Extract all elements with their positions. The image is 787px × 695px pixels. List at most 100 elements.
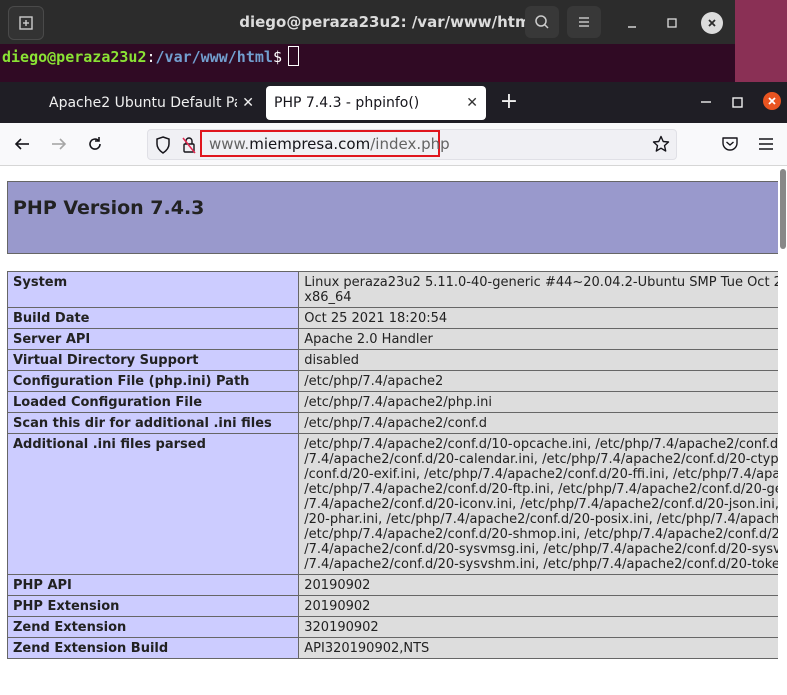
table-row: Zend Extension 320190902: [6, 616, 778, 638]
browser-close-button[interactable]: [763, 92, 781, 110]
value-line: /7.4/apache2/conf.d/20-iconv.ini, /etc/p…: [304, 497, 778, 512]
table-row: System Linux peraza23u2 5.11.0-40-generic…: [6, 271, 778, 308]
value-line: /etc/php/7.4/apache2/conf.d/20-ftp.ini, …: [304, 482, 778, 497]
reload-icon: [89, 137, 101, 150]
row-key: PHP Extension: [6, 595, 300, 617]
terminal-headerbar: diego@peraza23u2: /var/www/html: [0, 0, 735, 44]
value-line: 20190902: [304, 578, 371, 593]
row-key: System: [6, 271, 300, 308]
bookmark-star-icon[interactable]: [652, 135, 670, 157]
value-line: /conf.d/20-exif.ini, /etc/php/7.4/apache…: [304, 467, 778, 482]
row-value: API320190902,NTS: [298, 637, 778, 659]
table-row: Build Date Oct 25 2021 18:20:54: [6, 307, 778, 329]
terminal-menu-button[interactable]: [567, 6, 601, 38]
row-key: Loaded Configuration File: [6, 391, 300, 413]
phpinfo-header: PHP Version 7.4.3: [7, 181, 778, 254]
terminal-minimize-button[interactable]: [621, 12, 643, 34]
table-row: Virtual Directory Support disabled: [6, 349, 778, 371]
forward-button[interactable]: [48, 133, 70, 155]
pocket-icon[interactable]: [721, 135, 739, 157]
app-menu-icon[interactable]: [757, 135, 775, 157]
value-line: /etc/php/7.4/apache2: [304, 374, 444, 389]
row-value: 20190902: [298, 595, 778, 617]
insecure-lock-icon[interactable]: [182, 136, 196, 158]
row-key: Zend Extension: [6, 616, 300, 638]
row-key: Scan this dir for additional .ini files: [6, 412, 300, 434]
row-key: Virtual Directory Support: [6, 349, 300, 371]
value-line: /7.4/apache2/conf.d/20-sysvmsg.ini, /etc…: [304, 542, 778, 557]
browser-maximize-button[interactable]: [731, 95, 745, 109]
minimize-icon: [701, 101, 711, 103]
hamburger-menu-icon: [579, 17, 589, 27]
value-line: Apache 2.0 Handler: [304, 332, 433, 347]
row-value: Apache 2.0 Handler: [298, 328, 778, 350]
table-row: PHP Extension 20190902: [6, 595, 778, 617]
row-value: 20190902: [298, 574, 778, 596]
row-key: Additional .ini files parsed: [6, 433, 300, 575]
tab-bar: Apache2 Ubuntu Default Page ✕ PHP 7.4.3 …: [0, 82, 787, 123]
page-content: PHP Version 7.4.3 System Linux peraza23u2…: [0, 166, 778, 695]
tab-phpinfo[interactable]: PHP 7.4.3 - phpinfo() ✕: [266, 86, 486, 120]
browser-minimize-button[interactable]: [698, 90, 714, 114]
terminal-close-button[interactable]: [701, 12, 723, 34]
row-value: disabled: [298, 349, 778, 371]
back-button[interactable]: [11, 133, 33, 155]
table-row: Zend Extension Build API320190902,NTS: [6, 637, 778, 659]
maximize-icon: [667, 18, 677, 28]
row-value: /etc/php/7.4/apache2/conf.d/10-opcache.i…: [298, 433, 778, 575]
value-line: /7.4/apache2/conf.d/20-calendar.ini, /et…: [304, 452, 778, 467]
close-icon: [708, 19, 716, 27]
navigation-toolbar: www.miempresa.com/index.php: [0, 123, 787, 166]
row-key: Server API: [6, 328, 300, 350]
value-line: /7.4/apache2/conf.d/20-sysvshm.ini, /etc…: [304, 557, 778, 572]
table-row: Configuration File (php.ini) Path/etc/ph…: [6, 370, 778, 392]
value-line: Oct 25 2021 18:20:54: [304, 311, 448, 326]
value-line: 20190902: [304, 599, 371, 614]
value-line: /etc/php/7.4/apache2/conf.d/20-shmop.ini…: [304, 527, 778, 542]
table-row: PHP API 20190902: [6, 574, 778, 596]
row-key: Zend Extension Build: [6, 637, 300, 659]
tab-close-button[interactable]: ✕: [242, 86, 254, 120]
url-path: /index.php: [370, 135, 450, 153]
vertical-scrollbar[interactable]: [778, 166, 787, 695]
url-text[interactable]: www.miempresa.com/index.php: [209, 130, 450, 159]
minimize-icon: [628, 26, 636, 28]
terminal-window[interactable]: diego@peraza23u2: /var/www/html diego@pe…: [0, 0, 735, 82]
tab-label: Apache2 Ubuntu Default Page: [49, 95, 237, 111]
row-key: Configuration File (php.ini) Path: [6, 370, 300, 392]
table-row: Scan this dir for additional .ini files /…: [6, 412, 778, 434]
row-value: 320190902: [298, 616, 778, 638]
maximize-icon: [732, 97, 743, 108]
row-value: /etc/php/7.4/apache2/php.ini: [298, 391, 778, 413]
reload-button[interactable]: [84, 133, 106, 155]
address-bar[interactable]: www.miempresa.com/index.php: [147, 129, 677, 160]
prompt-path: /var/www/html: [155, 48, 273, 66]
url-domain: miempresa.com: [249, 135, 371, 153]
row-value: Oct 25 2021 18:20:54: [298, 307, 778, 329]
terminal-search-button[interactable]: [525, 6, 559, 38]
tab-close-button[interactable]: ✕: [466, 86, 478, 120]
terminal-maximize-button[interactable]: [661, 12, 683, 34]
terminal-output[interactable]: diego@peraza23u2:/var/www/html$: [0, 44, 735, 67]
tab-apache-default-page[interactable]: Apache2 Ubuntu Default Page ✕: [40, 86, 260, 120]
table-row: Server API Apache 2.0 Handler: [6, 328, 778, 350]
value-line: /etc/php/7.4/apache2/conf.d/10-opcache.i…: [304, 437, 778, 452]
value-line: /etc/php/7.4/apache2/conf.d: [304, 416, 488, 431]
browser-window: Apache2 Ubuntu Default Page ✕ PHP 7.4.3 …: [0, 82, 787, 695]
table-row: Loaded Configuration File/etc/php/7.4/ap…: [6, 391, 778, 413]
prompt-separator: :: [146, 48, 156, 66]
prompt-user: diego@peraza23u2: [2, 48, 147, 66]
tracking-protection-shield-icon[interactable]: [155, 136, 171, 158]
search-icon: [535, 15, 549, 29]
value-line: /20-phar.ini, /etc/php/7.4/apache2/conf.…: [304, 512, 778, 527]
value-line: Linux peraza23u2 5.11.0-40-generic #44~2…: [304, 275, 778, 290]
terminal-cursor: [287, 46, 299, 66]
row-key: Build Date: [6, 307, 300, 329]
tab-label: PHP 7.4.3 - phpinfo(): [274, 95, 420, 111]
value-line: API320190902,NTS: [304, 641, 430, 656]
scrollbar-thumb[interactable]: [780, 169, 786, 249]
row-key: PHP API: [6, 574, 300, 596]
arrow-right-icon: [52, 138, 67, 150]
new-tab-button[interactable]: +: [498, 90, 520, 114]
close-icon: [768, 97, 776, 105]
